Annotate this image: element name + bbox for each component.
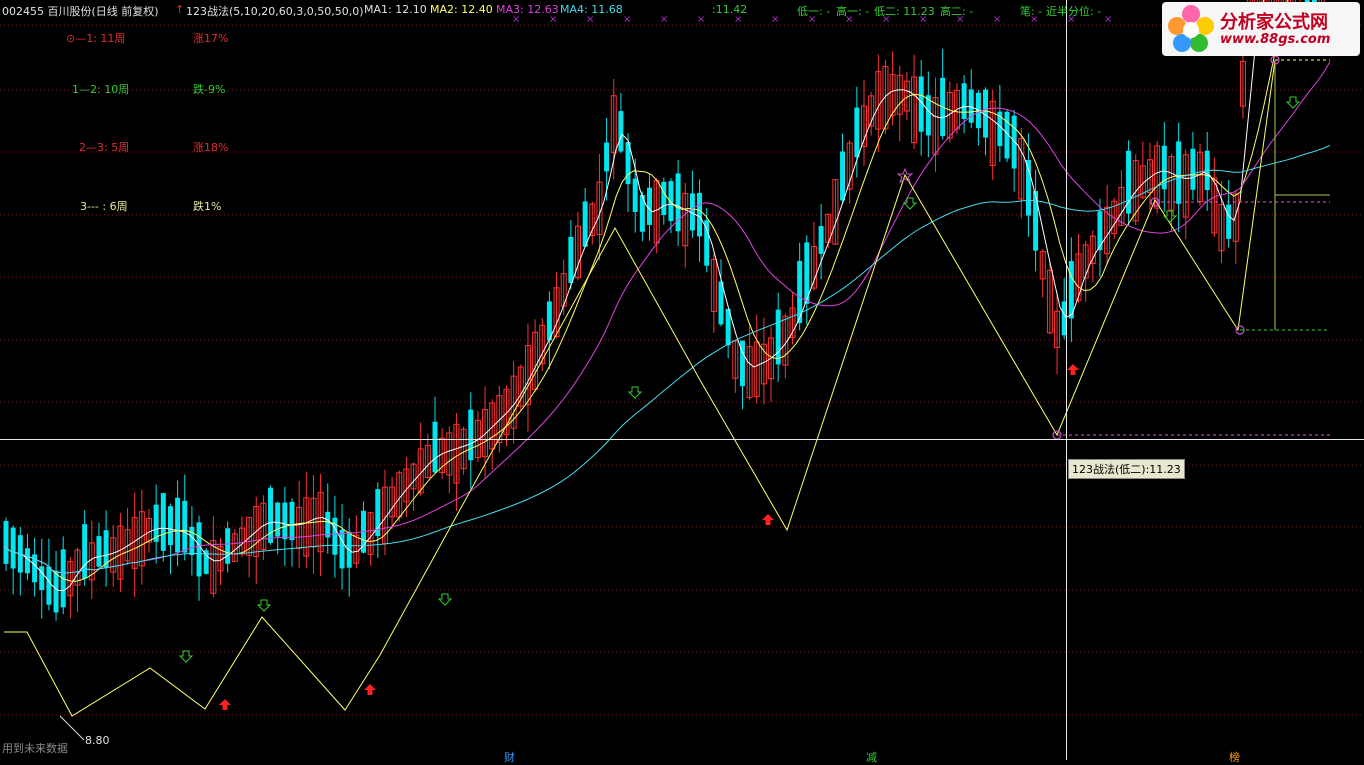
crosshair-tooltip: 123战法(低二):11.23 [1068,459,1185,479]
candle-body-down [1061,301,1067,336]
candle-body-down [275,502,281,537]
candle-body-down [225,528,231,564]
candle-body-down [1176,141,1182,204]
candle-body-down [1011,115,1017,169]
candle-body-down [647,187,652,225]
buy-arrow-icon [219,699,231,710]
candle-body-down [3,520,9,564]
candle-body-down [432,421,438,473]
sell-arrow-icon [437,593,453,606]
high2-value: 高二: - [940,5,974,18]
stat-value-4: 跌1% [193,200,222,213]
sell-arrow-icon [627,386,643,399]
row-marker: × [697,14,705,25]
buy-arrow-icon [364,684,376,695]
site-logo[interactable]: 分析家公式网 www.88gs.com [1162,2,1360,56]
low1-value: 低一: - [797,5,831,18]
ma3-value: MA3: 12.63 [496,3,559,16]
ma1-value: MA1: 12.10 [364,3,427,16]
candle-body-down [661,181,667,216]
candle-body-down [1226,204,1232,239]
flower-logo-icon [1168,5,1214,52]
candle-body-down [468,409,474,461]
candle-body-down [961,83,967,119]
near-half-value: 近半分位: - [1046,5,1102,18]
candle-body-down [840,151,846,201]
candle-body-down [1068,261,1074,319]
value-11-42: :11.42 [712,3,748,16]
sell-arrow-icon [178,650,194,663]
future-data-note: 用到未来数据 [2,742,68,755]
candle-body-down [818,226,824,254]
stat-label-2: 1—2: 10周 [72,83,130,96]
candle-body-down [282,502,288,540]
ma4-value: MA4: 11.68 [560,3,623,16]
candle-body-down [175,497,181,553]
candle-body-down [604,142,610,172]
row-marker: × [993,14,1001,25]
candle-body-down [568,236,574,283]
low-pointer-line [59,715,85,741]
stat-value-1: 涨17% [193,32,229,45]
candle-body-down [268,487,274,543]
candle-body-down [196,522,202,577]
price-chart: × × × × × × × × × × × × × × × × × [0,0,1364,760]
candle-body-down [925,95,931,136]
row-marker: × [623,14,631,25]
low2-value: 低二: 11.23 [874,5,935,18]
stat-label-3: 2—3: 5周 [79,141,130,154]
stat-value-3: 涨18% [193,141,229,154]
sell-arrow-icon [1285,96,1301,109]
candle-body-down [775,309,781,365]
high1-value: 高一: - [836,5,870,18]
ma2-value: MA2: 12.40 [430,3,493,16]
pen-value: 笔: - [1020,5,1043,18]
candle-body-down [167,506,173,546]
logo-url: www.88gs.com [1220,32,1331,47]
axis-mark-jian: 减 [866,751,877,764]
buy-arrow-icon [1067,364,1079,375]
low-price-label: 8.80 [85,734,110,747]
candle-body-down [618,111,624,152]
zigzag-line [4,59,1276,717]
buy-arrow-icon [762,514,774,525]
indicator-name: 123战法(5,10,20,60,3,0,50,50,0) [186,5,364,18]
up-arrow-icon: ↑ [175,3,185,16]
sell-arrow-icon [1162,210,1178,223]
candle-body-down [325,511,331,538]
candle-body-down [854,107,860,158]
candle-body-down [10,527,16,569]
candle-body-down [704,220,710,266]
logo-title: 分析家公式网 [1220,12,1328,33]
row-marker: × [1104,14,1112,25]
candle-body-down [96,536,102,567]
candle-body-down [289,501,295,541]
stock-title: 002455 百川股份(日线 前复权) [2,5,159,18]
candle-body-down [182,500,188,553]
candle-body-down [582,201,588,247]
candle-body-down [675,173,681,232]
row-marker: × [660,14,668,25]
candle-body-down [339,529,345,569]
candle-body-down [160,493,166,551]
sell-arrow-icon [256,599,272,612]
stat-label-4: 3--- : 6周 [80,200,128,213]
axis-mark-bang: 榜 [1229,751,1240,764]
candle-body-down [668,181,674,222]
axis-mark-cai: 财 [504,751,515,764]
stat-value-2: 跌-9% [193,83,226,96]
candle-body-down [53,570,59,613]
candle-body-down [697,192,703,237]
candle-body-down [1033,191,1039,251]
stat-label-1: ⊙—1: 11周 [66,32,126,45]
candle-body-down [632,178,638,212]
candle-body-down [46,566,52,605]
candle-body-down [1190,148,1196,190]
row-marker: × [771,14,779,25]
